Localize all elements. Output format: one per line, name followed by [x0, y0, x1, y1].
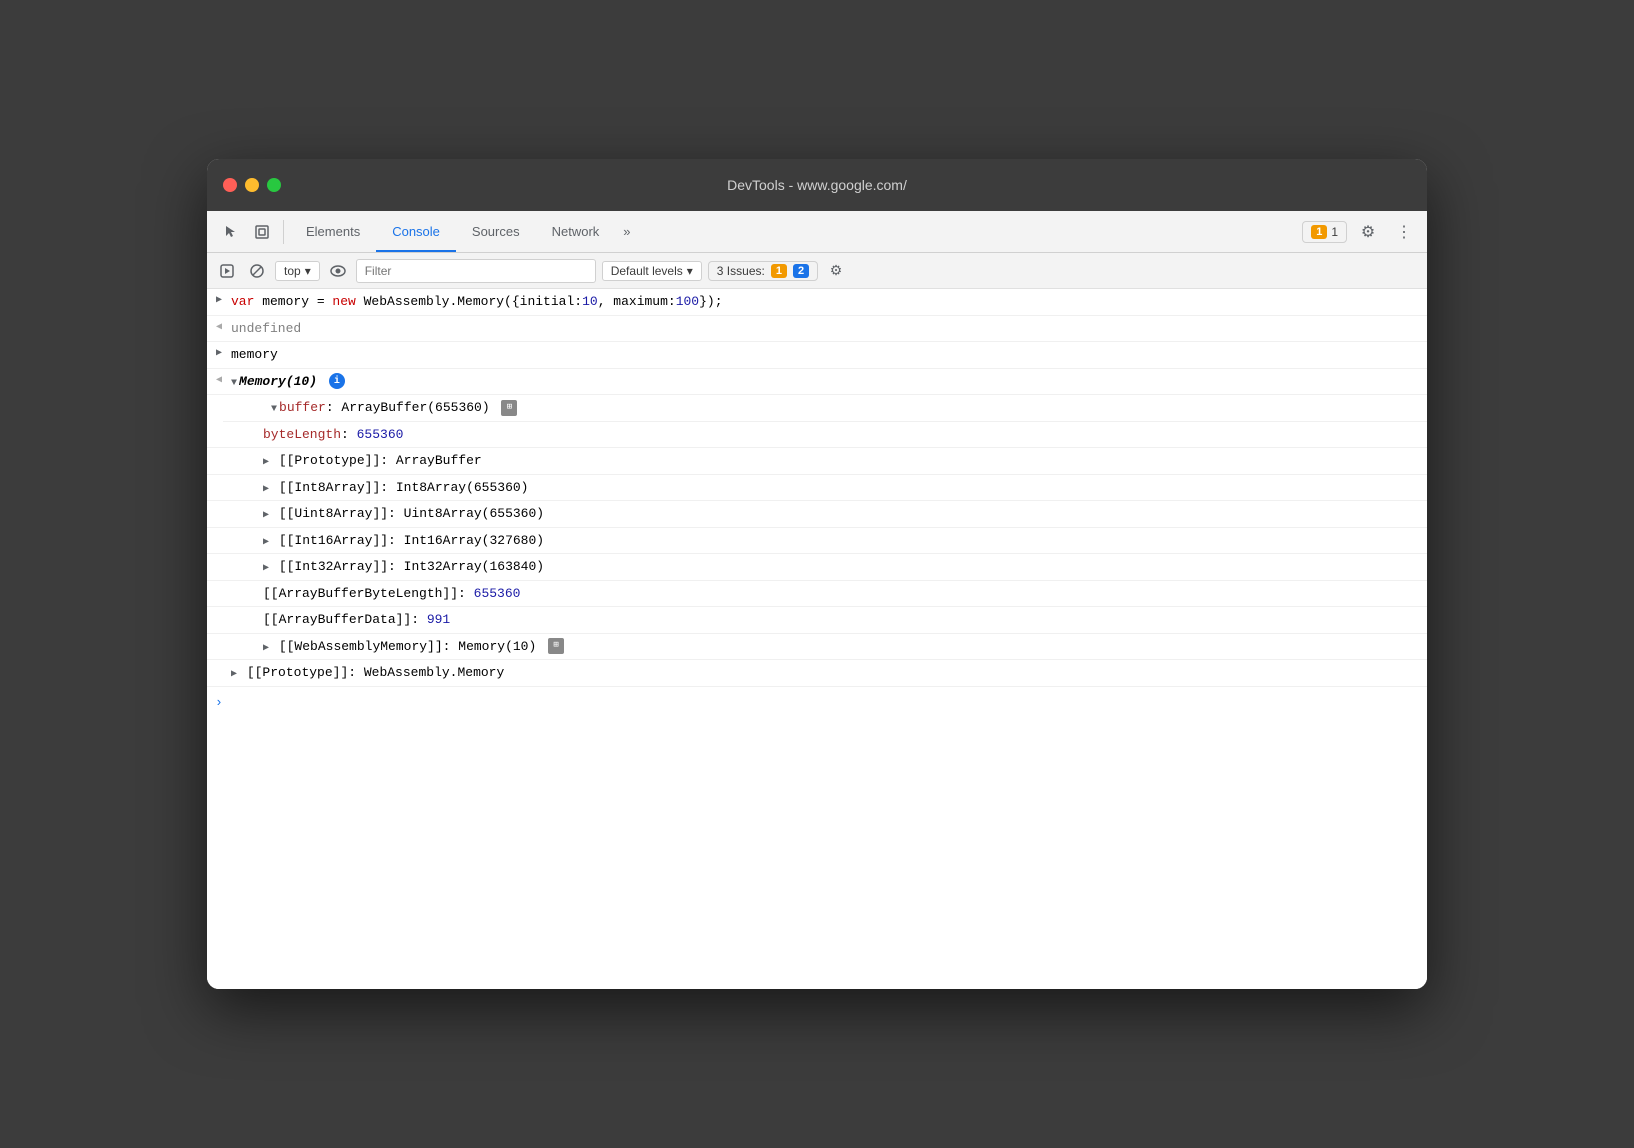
input-arrow: ▶ — [207, 292, 231, 306]
buffer-content: ▼buffer: ArrayBuffer(655360) ⊞ — [271, 398, 1419, 418]
console-line-memory[interactable]: ▶ memory — [207, 342, 1427, 369]
main-toolbar: Elements Console Sources Network » 1 1 — [207, 211, 1427, 253]
level-selector[interactable]: Default levels ▾ — [602, 261, 702, 281]
issues-warn-badge: 1 — [771, 264, 787, 278]
output-undefined: undefined — [231, 319, 1419, 339]
context-selector[interactable]: top ▾ — [275, 261, 320, 281]
console-line-int16[interactable]: ▶ [[Int16Array]]: Int16Array(327680) — [207, 528, 1427, 555]
uint8-content: ▶ [[Uint8Array]]: Uint8Array(655360) — [263, 504, 1419, 524]
run-script-button[interactable] — [215, 259, 239, 283]
toolbar-divider — [283, 220, 284, 244]
console-line-proto-arraybuffer[interactable]: ▶ [[Prototype]]: ArrayBuffer — [207, 448, 1427, 475]
console-prompt[interactable]: › — [207, 687, 1427, 718]
cursor-icon-btn[interactable] — [215, 217, 245, 247]
db-icon-2: ⊞ — [548, 638, 564, 654]
level-label: Default levels — [611, 264, 683, 278]
issues-badge[interactable]: 1 1 — [1302, 221, 1347, 243]
console-line-memory-obj: ◀ ▼Memory(10) i — [207, 369, 1427, 396]
input-code: var memory = new WebAssembly.Memory({ini… — [231, 292, 1419, 312]
tab-network[interactable]: Network — [536, 211, 616, 252]
toolbar-right: 1 1 ⚙ ⋮ — [1302, 217, 1419, 247]
int32-content: ▶ [[Int32Array]]: Int32Array(163840) — [263, 557, 1419, 577]
proto-arraybuffer-content: ▶ [[Prototype]]: ArrayBuffer — [263, 451, 1419, 471]
db-icon: ⊞ — [501, 400, 517, 416]
console-line-input[interactable]: ▶ var memory = new WebAssembly.Memory({i… — [207, 289, 1427, 316]
more-options-button[interactable]: ⋮ — [1389, 217, 1419, 247]
issues-count[interactable]: 3 Issues: 1 2 — [708, 261, 818, 281]
clear-console-button[interactable] — [245, 259, 269, 283]
info-icon: i — [329, 373, 345, 389]
console-settings-button[interactable]: ⚙ — [824, 259, 848, 283]
window-title: DevTools - www.google.com/ — [727, 177, 907, 193]
console-line-uint8[interactable]: ▶ [[Uint8Array]]: Uint8Array(655360) — [207, 501, 1427, 528]
inspect-icon — [254, 224, 270, 240]
filter-input[interactable] — [356, 259, 596, 283]
int8-content: ▶ [[Int8Array]]: Int8Array(655360) — [263, 478, 1419, 498]
context-label: top — [284, 264, 301, 278]
chevron-down-icon: ▾ — [305, 264, 311, 278]
console-toolbar: top ▾ Default levels ▾ 3 Issues: 1 2 ⚙ — [207, 253, 1427, 289]
console-content: ▶ var memory = new WebAssembly.Memory({i… — [207, 289, 1427, 989]
settings-button[interactable]: ⚙ — [1353, 217, 1383, 247]
int16-content: ▶ [[Int16Array]]: Int16Array(327680) — [263, 531, 1419, 551]
inspect-icon-btn[interactable] — [247, 217, 277, 247]
tab-bar: Elements Console Sources Network » — [290, 211, 639, 252]
console-line-buffer: ▼buffer: ArrayBuffer(655360) ⊞ — [223, 395, 1427, 422]
eye-icon — [330, 265, 346, 277]
console-line-abbl: [[ArrayBufferByteLength]]: 655360 — [207, 581, 1427, 608]
console-line-int32[interactable]: ▶ [[Int32Array]]: Int32Array(163840) — [207, 554, 1427, 581]
buffer-arrow — [247, 398, 271, 400]
console-line-wasm-mem[interactable]: ▶ [[WebAssemblyMemory]]: Memory(10) ⊞ — [207, 634, 1427, 661]
memory-label: memory — [231, 345, 1419, 365]
abd-content: [[ArrayBufferData]]: 991 — [263, 610, 1419, 630]
eye-button[interactable] — [326, 259, 350, 283]
prompt-arrow: › — [215, 695, 223, 710]
console-line-undefined: ◀ undefined — [207, 316, 1427, 343]
proto-wasm-content: ▶ [[Prototype]]: WebAssembly.Memory — [231, 663, 1419, 683]
abbl-content: [[ArrayBufferByteLength]]: 655360 — [263, 584, 1419, 604]
traffic-lights — [223, 178, 281, 192]
more-tabs-button[interactable]: » — [615, 211, 638, 252]
console-line-bytelength: byteLength: 655360 — [207, 422, 1427, 449]
devtools-window: DevTools - www.google.com/ Elements — [207, 159, 1427, 989]
wasm-mem-content: ▶ [[WebAssemblyMemory]]: Memory(10) ⊞ — [263, 637, 1419, 657]
issues-text: 3 Issues: — [717, 264, 765, 278]
info-count-label: 1 — [1331, 225, 1338, 239]
minimize-button[interactable] — [245, 178, 259, 192]
tab-elements[interactable]: Elements — [290, 211, 376, 252]
close-button[interactable] — [223, 178, 237, 192]
tab-console[interactable]: Console — [376, 211, 456, 252]
bytelength-content: byteLength: 655360 — [263, 425, 1419, 445]
console-line-int8[interactable]: ▶ [[Int8Array]]: Int8Array(655360) — [207, 475, 1427, 502]
memory-obj-content: ▼Memory(10) i — [231, 372, 1419, 392]
output-arrow: ◀ — [207, 319, 231, 333]
warn-count: 1 — [1311, 225, 1327, 239]
block-icon — [250, 264, 264, 278]
maximize-button[interactable] — [267, 178, 281, 192]
issues-info-badge: 2 — [793, 264, 809, 278]
console-line-proto-wasm[interactable]: ▶ [[Prototype]]: WebAssembly.Memory — [207, 660, 1427, 687]
devtools-panel: Elements Console Sources Network » 1 1 — [207, 211, 1427, 989]
play-icon — [220, 264, 234, 278]
console-line-abd: [[ArrayBufferData]]: 991 — [207, 607, 1427, 634]
title-bar: DevTools - www.google.com/ — [207, 159, 1427, 211]
tab-sources[interactable]: Sources — [456, 211, 536, 252]
chevron-down-icon-2: ▾ — [687, 264, 693, 278]
cursor-icon — [222, 224, 238, 240]
memory-arrow: ▶ — [207, 345, 231, 359]
memory-obj-arrow: ◀ — [207, 372, 231, 386]
